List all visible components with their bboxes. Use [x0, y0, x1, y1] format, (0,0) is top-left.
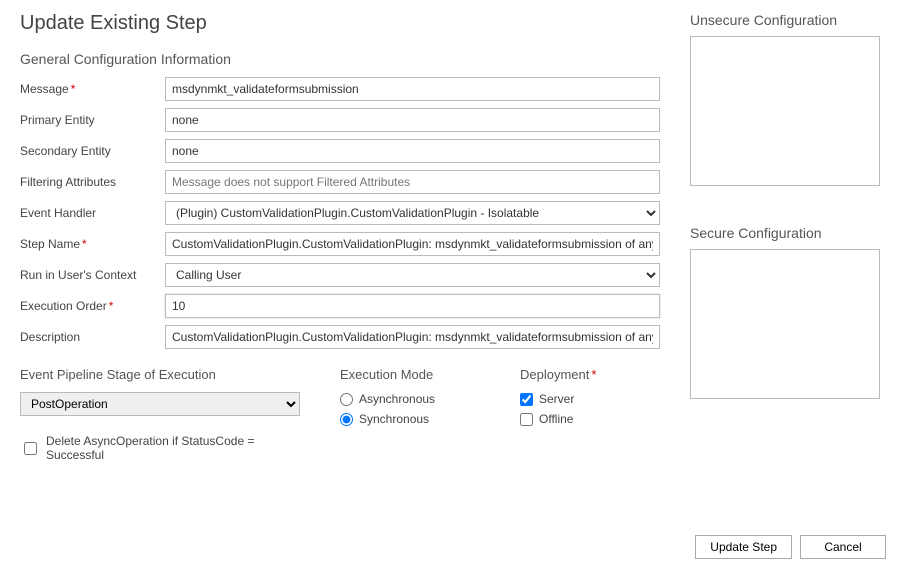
run-in-context-select[interactable]: Calling User — [165, 263, 660, 287]
primary-entity-label: Primary Entity — [20, 113, 165, 127]
pipeline-stage-select[interactable]: PostOperation — [20, 392, 300, 416]
synchronous-radio[interactable] — [340, 413, 353, 426]
description-label: Description — [20, 330, 165, 344]
page-title: Update Existing Step — [20, 12, 660, 35]
step-name-label: Step Name* — [20, 237, 165, 251]
secure-config-heading: Secure Configuration — [690, 225, 880, 241]
cancel-button[interactable]: Cancel — [800, 535, 886, 559]
execution-order-input[interactable] — [165, 294, 660, 318]
delete-async-label: Delete AsyncOperation if StatusCode = Su… — [46, 434, 300, 462]
filtering-attributes-input — [165, 170, 660, 194]
deployment-heading: Deployment* — [520, 367, 660, 382]
delete-async-checkbox[interactable] — [24, 442, 37, 455]
server-label: Server — [539, 392, 574, 406]
asynchronous-radio[interactable] — [340, 393, 353, 406]
description-input[interactable] — [165, 325, 660, 349]
pipeline-heading: Event Pipeline Stage of Execution — [20, 367, 300, 382]
secondary-entity-input[interactable] — [165, 139, 660, 163]
unsecure-config-heading: Unsecure Configuration — [690, 12, 880, 28]
offline-checkbox[interactable] — [520, 413, 533, 426]
asynchronous-label: Asynchronous — [359, 392, 435, 406]
message-input[interactable] — [165, 77, 660, 101]
step-name-input[interactable] — [165, 232, 660, 256]
server-checkbox[interactable] — [520, 393, 533, 406]
update-step-button[interactable]: Update Step — [695, 535, 792, 559]
synchronous-label: Synchronous — [359, 412, 429, 426]
execution-order-label: Execution Order* — [20, 299, 165, 313]
event-handler-select[interactable]: (Plugin) CustomValidationPlugin.CustomVa… — [165, 201, 660, 225]
execution-mode-heading: Execution Mode — [340, 367, 480, 382]
secure-config-textarea[interactable] — [690, 249, 880, 399]
unsecure-config-textarea[interactable] — [690, 36, 880, 186]
filtering-attributes-label: Filtering Attributes — [20, 175, 165, 189]
general-config-heading: General Configuration Information — [20, 51, 660, 67]
event-handler-label: Event Handler — [20, 206, 165, 220]
run-in-context-label: Run in User's Context — [20, 268, 165, 282]
message-label: Message* — [20, 82, 165, 96]
secondary-entity-label: Secondary Entity — [20, 144, 165, 158]
offline-label: Offline — [539, 412, 573, 426]
primary-entity-input[interactable] — [165, 108, 660, 132]
